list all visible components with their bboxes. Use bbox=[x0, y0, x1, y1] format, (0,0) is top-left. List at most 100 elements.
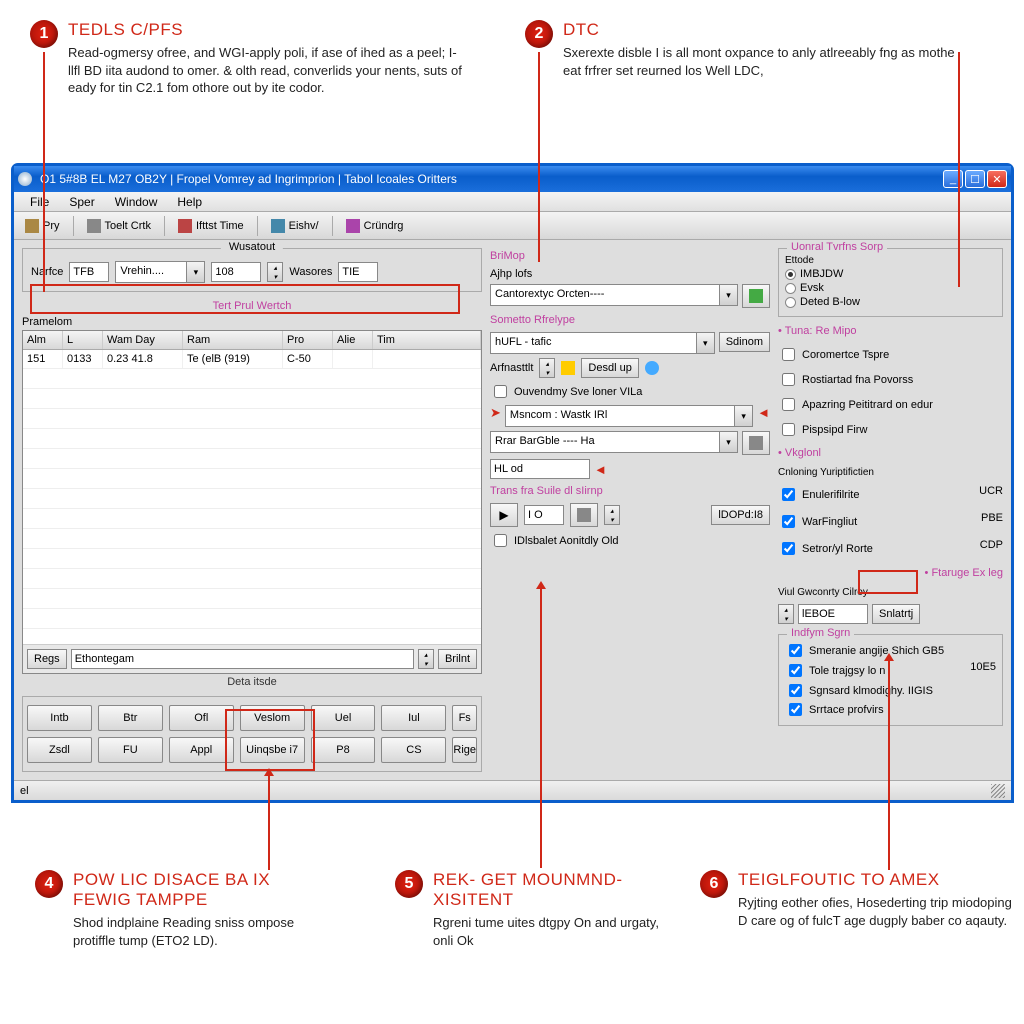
input-108[interactable] bbox=[211, 262, 261, 282]
toolbar-btn-4[interactable]: Eishv/ bbox=[264, 216, 326, 236]
button-panel: Intb Btr Ofl Veslom Uel Iul Fs Zsdl FU A… bbox=[22, 696, 482, 772]
chk-sgnsard[interactable]: Sgnsard klmodighy. IIGIS bbox=[785, 681, 996, 700]
chk-srrtace[interactable]: Srrtace profvirs bbox=[785, 700, 996, 719]
dropdown-vrehin[interactable]: Vrehin.... ▾ bbox=[115, 261, 205, 283]
dropdown-hufl[interactable]: hUFL - tafic ▾ bbox=[490, 332, 715, 354]
chk-enulerifilrite[interactable]: Enulerifilrite bbox=[778, 485, 859, 504]
chevron-down-icon: ▾ bbox=[719, 432, 737, 452]
stepper-arfn[interactable]: ▴▾ bbox=[539, 358, 555, 378]
footer-stepper[interactable]: ▴▾ bbox=[418, 649, 434, 669]
col-wamday[interactable]: Wam Day bbox=[103, 331, 183, 349]
btn-idopd[interactable]: lDOPd:I8 bbox=[711, 505, 770, 525]
titlebar[interactable]: O1 5#8B EL M27 OB2Y | Fropel Vomrey ad I… bbox=[14, 166, 1011, 192]
btn-uinqsbe[interactable]: Uinqsbe i7 bbox=[240, 737, 305, 763]
btn-uel[interactable]: Uel bbox=[311, 705, 376, 731]
chk-pispsipd[interactable]: Pispsipd Firw bbox=[778, 420, 1003, 439]
settings-button[interactable] bbox=[570, 503, 598, 527]
col-tim[interactable]: Tim bbox=[373, 331, 481, 349]
stepper[interactable]: ▴▾ bbox=[267, 262, 283, 282]
callout-badge-5: 5 bbox=[395, 870, 423, 898]
menu-file[interactable]: File bbox=[20, 192, 59, 211]
toolbar-btn-2[interactable]: Toelt Crtk bbox=[80, 216, 158, 236]
dropdown-rrar[interactable]: Rrar BarGble ---- Ha ▾ bbox=[490, 431, 738, 453]
dropdown-msncom[interactable]: Msncom : Wastk IRl ▾ bbox=[505, 405, 753, 427]
btn-desdl[interactable]: Desdl up bbox=[581, 358, 638, 378]
left-panel: Wusatout Narfce Vrehin.... ▾ ▴▾ Wasores … bbox=[22, 248, 482, 772]
resize-grip[interactable] bbox=[991, 784, 1005, 798]
btn-sdinom[interactable]: Sdinom bbox=[719, 332, 770, 352]
close-button[interactable]: ✕ bbox=[987, 170, 1007, 188]
top-field-row: Narfce Vrehin.... ▾ ▴▾ Wasores bbox=[29, 259, 475, 285]
input-iebce[interactable] bbox=[798, 604, 868, 624]
stepper-iebce[interactable]: ▴▾ bbox=[778, 604, 794, 624]
chk-warfingliut[interactable]: WarFingliut bbox=[778, 512, 857, 531]
btn-appl[interactable]: Appl bbox=[169, 737, 234, 763]
arrow-right-glyph: ➤ bbox=[490, 405, 501, 427]
add-button[interactable] bbox=[742, 284, 770, 308]
btn-p8[interactable]: P8 bbox=[311, 737, 376, 763]
col-pro[interactable]: Pro bbox=[283, 331, 333, 349]
gear-icon bbox=[577, 508, 591, 522]
btn-fs[interactable]: Fs bbox=[452, 705, 477, 731]
footer-input[interactable] bbox=[71, 649, 414, 669]
table-row[interactable]: 151 0133 0.23 41.8 Te (elB (919) C-50 bbox=[23, 350, 481, 369]
radio-evsk[interactable]: Evsk bbox=[785, 282, 996, 294]
btn-snlatrtj[interactable]: Snlatrtj bbox=[872, 604, 920, 624]
btn-intb[interactable]: Intb bbox=[27, 705, 92, 731]
dd-label: Rrar BarGble ---- Ha bbox=[491, 432, 719, 452]
minimize-button[interactable]: _ bbox=[943, 170, 963, 188]
table-empty-grid bbox=[23, 369, 481, 644]
edit-button[interactable] bbox=[742, 431, 770, 455]
footer-btn-brilnt[interactable]: Brilnt bbox=[438, 649, 477, 669]
kv-value: CDP bbox=[980, 539, 1003, 558]
play-button[interactable]: ▶ bbox=[490, 503, 518, 527]
chk-apazring[interactable]: Apazring Peititrard on edur bbox=[778, 395, 1003, 414]
input-wasores[interactable] bbox=[338, 262, 378, 282]
input-narfce[interactable] bbox=[69, 262, 109, 282]
dropdown-cantorextyc[interactable]: Cantorextyc Orcten---- ▾ bbox=[490, 284, 738, 306]
radio-imbjdw[interactable]: IMBJDW bbox=[785, 268, 996, 280]
callout-4: 4 POW LIC DISACE BA IX FEWIG TAMPPE Shod… bbox=[35, 870, 333, 949]
toolbar-btn-3[interactable]: Ifttst Time bbox=[171, 216, 251, 236]
col-ram[interactable]: Ram bbox=[183, 331, 283, 349]
btn-ofl[interactable]: Ofl bbox=[169, 705, 234, 731]
chk-setroryl[interactable]: Setror/yl Rorte bbox=[778, 539, 873, 558]
radio-deted[interactable]: Deted B-low bbox=[785, 296, 996, 308]
stepper-io[interactable]: ▴▾ bbox=[604, 505, 620, 525]
btn-rige[interactable]: Rige bbox=[452, 737, 477, 763]
btn-cs[interactable]: CS bbox=[381, 737, 446, 763]
label-wasores: Wasores bbox=[289, 266, 332, 278]
col-l[interactable]: L bbox=[63, 331, 103, 349]
chk-tole[interactable]: Tole trajgsy lo n bbox=[785, 661, 885, 680]
chk-rostiartad[interactable]: Rostiartad fna Povorss bbox=[778, 370, 1003, 389]
arrow-3 bbox=[958, 52, 960, 287]
input-hlod[interactable] bbox=[490, 459, 590, 479]
col-alm[interactable]: Alm bbox=[23, 331, 63, 349]
info-icon bbox=[645, 361, 659, 375]
btn-veslom[interactable]: Veslom bbox=[240, 705, 305, 731]
menu-help[interactable]: Help bbox=[167, 192, 212, 211]
arrow-5 bbox=[540, 588, 542, 868]
table-header: Alm L Wam Day Ram Pro Alie Tim bbox=[23, 331, 481, 350]
dd-label: Cantorextyc Orcten---- bbox=[491, 285, 719, 305]
menu-sper[interactable]: Sper bbox=[59, 192, 104, 211]
app-window: O1 5#8B EL M27 OB2Y | Fropel Vomrey ad I… bbox=[11, 163, 1014, 803]
statusbar: el bbox=[14, 780, 1011, 800]
chk-coromertce[interactable]: Coromertce Tspre bbox=[778, 345, 1003, 364]
btn-iul[interactable]: Iul bbox=[381, 705, 446, 731]
window-title: O1 5#8B EL M27 OB2Y | Fropel Vomrey ad I… bbox=[36, 172, 941, 186]
chk-ouvendmy[interactable]: Ouvendmy Sve loner VILa bbox=[490, 382, 770, 401]
table-caption: Pramelom bbox=[22, 316, 482, 328]
col-alie[interactable]: Alie bbox=[333, 331, 373, 349]
callout-badge-6: 6 bbox=[700, 870, 728, 898]
footer-btn-regs[interactable]: Regs bbox=[27, 649, 67, 669]
btn-zsdl[interactable]: Zsdl bbox=[27, 737, 92, 763]
menu-window[interactable]: Window bbox=[105, 192, 168, 211]
toolbar-btn-5[interactable]: Cründrg bbox=[339, 216, 411, 236]
label-trans: Trans fra Suile dl sIirnp bbox=[490, 485, 770, 497]
btn-btr[interactable]: Btr bbox=[98, 705, 163, 731]
maximize-button[interactable]: ☐ bbox=[965, 170, 985, 188]
chk-idlsbalet[interactable]: IDlsbalet Aonitdly Old bbox=[490, 531, 770, 550]
btn-fu[interactable]: FU bbox=[98, 737, 163, 763]
input-io[interactable] bbox=[524, 505, 564, 525]
